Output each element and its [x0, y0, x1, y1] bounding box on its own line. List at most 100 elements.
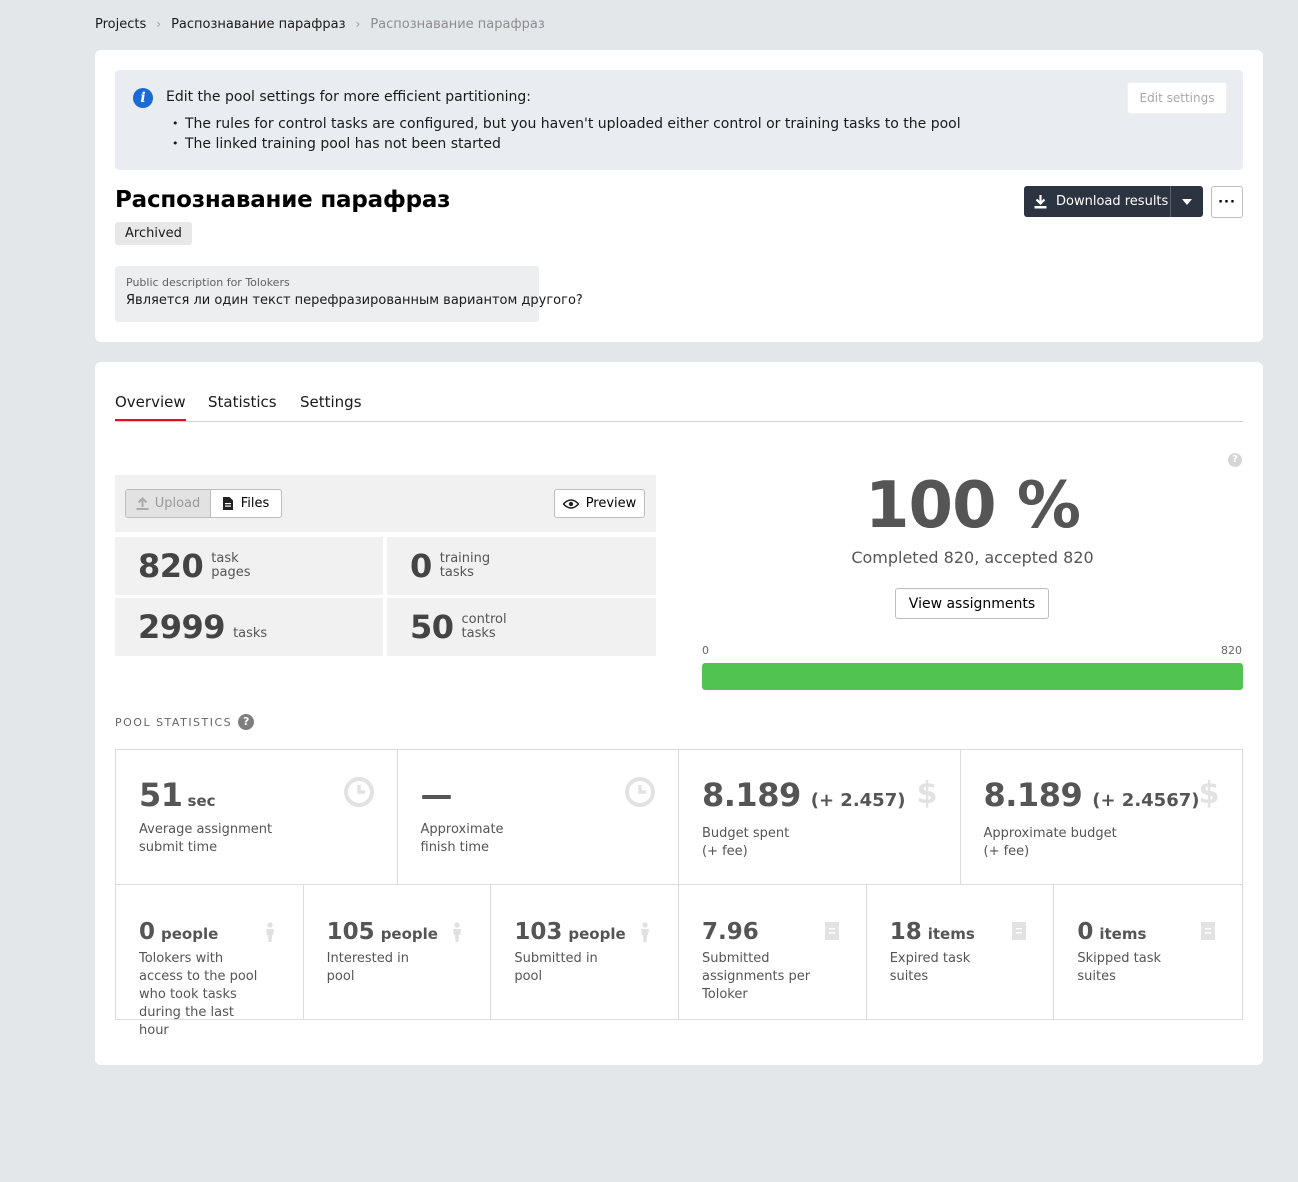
view-assignments-button[interactable]: View assignments [895, 588, 1049, 619]
count-label: training tasks [439, 551, 491, 580]
settings-notice: i Edit the pool settings for more effici… [115, 70, 1243, 170]
task-pages-count: 820 task pages [115, 537, 383, 595]
notice-list: The rules for control tasks are configur… [172, 114, 961, 154]
stat-label: Approximate finish time [420, 822, 504, 855]
file-icon [222, 497, 233, 510]
training-tasks-count: 0 training tasks [387, 537, 656, 595]
stat-average-submit-time: 51 sec Average assignment submit time [116, 750, 398, 884]
tab-overview[interactable]: Overview [115, 393, 186, 421]
notice-item: The linked training pool has not been st… [172, 134, 961, 154]
help-icon[interactable]: ? [1228, 453, 1242, 467]
stat-label: Skipped task suites [1077, 951, 1162, 984]
count-label: control tasks [461, 612, 507, 641]
stat-value: 51 sec [139, 776, 216, 814]
eye-icon [562, 498, 579, 509]
stat-value: — [420, 776, 453, 814]
count-value: 50 [410, 608, 454, 646]
stat-label: Submitted in pool [514, 951, 598, 984]
page-title: Распознавание парафраз [115, 187, 451, 213]
more-actions-button[interactable]: ··· [1211, 186, 1243, 218]
document-icon [1201, 922, 1216, 940]
progress-scale-max: 820 [1221, 644, 1242, 657]
upload-button[interactable]: Upload [126, 490, 211, 517]
files-label: Files [240, 496, 270, 511]
download-results-button[interactable]: Download results [1024, 186, 1203, 217]
person-icon [641, 922, 650, 942]
stat-label: Approximate budget (+ fee) [983, 826, 1117, 859]
stat-expired-task-suites: 18 items Expired task suites [867, 885, 1055, 1019]
stat-value: 0 items [1077, 919, 1147, 945]
upload-icon [136, 497, 149, 510]
stat-label: Interested in pool [326, 951, 410, 984]
document-icon [824, 922, 839, 940]
stat-approximate-budget: 8.189 (+ 2.4567) Approximate budget (+ fee… [961, 750, 1243, 884]
pool-statistics-heading: POOL STATISTICS ? [115, 714, 255, 730]
stat-submitted-in-pool: 103 people Submitted in pool [491, 885, 680, 1019]
count-value: 820 [138, 547, 204, 585]
progress-bar [702, 663, 1243, 690]
download-results-main[interactable]: Download results [1024, 186, 1171, 217]
upload-label: Upload [154, 496, 201, 511]
clock-icon [343, 777, 374, 807]
dollar-icon: $ [1199, 777, 1219, 809]
stat-label: Average assignment submit time [139, 822, 273, 855]
info-icon: i [133, 88, 153, 108]
breadcrumb-projects[interactable]: Projects [95, 17, 146, 32]
notice-item: The rules for control tasks are configur… [172, 114, 961, 134]
stat-label: Submitted assignments per Toloker [702, 951, 811, 1002]
download-options-dropdown[interactable] [1171, 186, 1203, 217]
tab-settings[interactable]: Settings [300, 393, 362, 411]
description-text: Является ли один текст перефразированным… [126, 293, 583, 308]
stat-interested-in-pool: 105 people Interested in pool [304, 885, 492, 1019]
clock-icon [625, 777, 655, 807]
count-value: 0 [410, 547, 432, 585]
completion-summary: Completed 820, accepted 820 [851, 548, 1094, 567]
person-icon [453, 922, 462, 942]
stat-skipped-task-suites: 0 items Skipped task suites [1054, 885, 1242, 1019]
svg-text:$: $ [1199, 777, 1219, 809]
completion-percent: 100 % [865, 469, 1081, 543]
breadcrumb-project[interactable]: Распознавание парафраз [171, 17, 345, 32]
upload-toolbar: Upload Files Preview [115, 475, 656, 532]
person-icon [265, 922, 274, 942]
breadcrumb-separator: › [355, 17, 361, 31]
description-label: Public description for Tolokers [126, 276, 290, 289]
stat-value: 18 items [889, 919, 975, 945]
dollar-icon: $ [917, 777, 937, 809]
breadcrumb-separator: › [156, 17, 162, 31]
count-label: task pages [211, 551, 251, 580]
stat-approximate-finish-time: — Approximate finish time [398, 750, 679, 884]
tab-bar: Overview Statistics Settings [115, 390, 1243, 422]
pool-statistics-row: 51 sec Average assignment submit time — Ap… [115, 749, 1243, 885]
preview-label: Preview [585, 496, 637, 511]
tab-statistics[interactable]: Statistics [208, 393, 277, 411]
stat-value: 105 people [326, 919, 438, 945]
stat-value: 8.189 (+ 2.4567) [983, 776, 1200, 814]
stat-budget-spent: 8.189 (+ 2.457) Budget spent (+ fee) $ [679, 750, 961, 884]
public-description: Public description for Tolokers Является… [115, 266, 583, 322]
chevron-down-icon [1182, 198, 1192, 205]
progress-bar-fill [702, 663, 1243, 690]
count-value: 2999 [138, 608, 226, 646]
download-icon [1034, 194, 1047, 208]
stat-value: 8.189 (+ 2.457) [702, 776, 906, 814]
pool-overview-card: Overview Statistics Settings Upload File… [95, 362, 1263, 1065]
edit-settings-button[interactable]: Edit settings [1127, 82, 1227, 114]
stat-value: 103 people [514, 919, 626, 945]
download-results-label: Download results [1056, 194, 1169, 209]
breadcrumb: Projects › Распознавание парафраз › Расп… [95, 15, 545, 33]
pool-statistics-title: POOL STATISTICS [115, 715, 233, 729]
breadcrumb-current: Распознавание парафраз [370, 16, 545, 32]
pool-header-card: i Edit the pool settings for more effici… [95, 50, 1263, 342]
progress-scale-min: 0 [702, 644, 709, 657]
stat-label: Expired task suites [889, 951, 971, 984]
stat-value: 0 people [139, 919, 219, 945]
stat-tolokers-last-hour: 0 people Tolokers with access to the pool… [116, 885, 304, 1038]
svg-text:$: $ [917, 777, 937, 809]
control-tasks-count: 50 control tasks [387, 598, 656, 656]
pool-statistics-row: 0 people Tolokers with access to the pool… [115, 884, 1243, 1038]
files-button[interactable]: Files [211, 490, 281, 517]
help-icon[interactable]: ? [238, 714, 255, 730]
stat-label: Budget spent (+ fee) [702, 826, 790, 859]
preview-button[interactable]: Preview [554, 489, 645, 518]
